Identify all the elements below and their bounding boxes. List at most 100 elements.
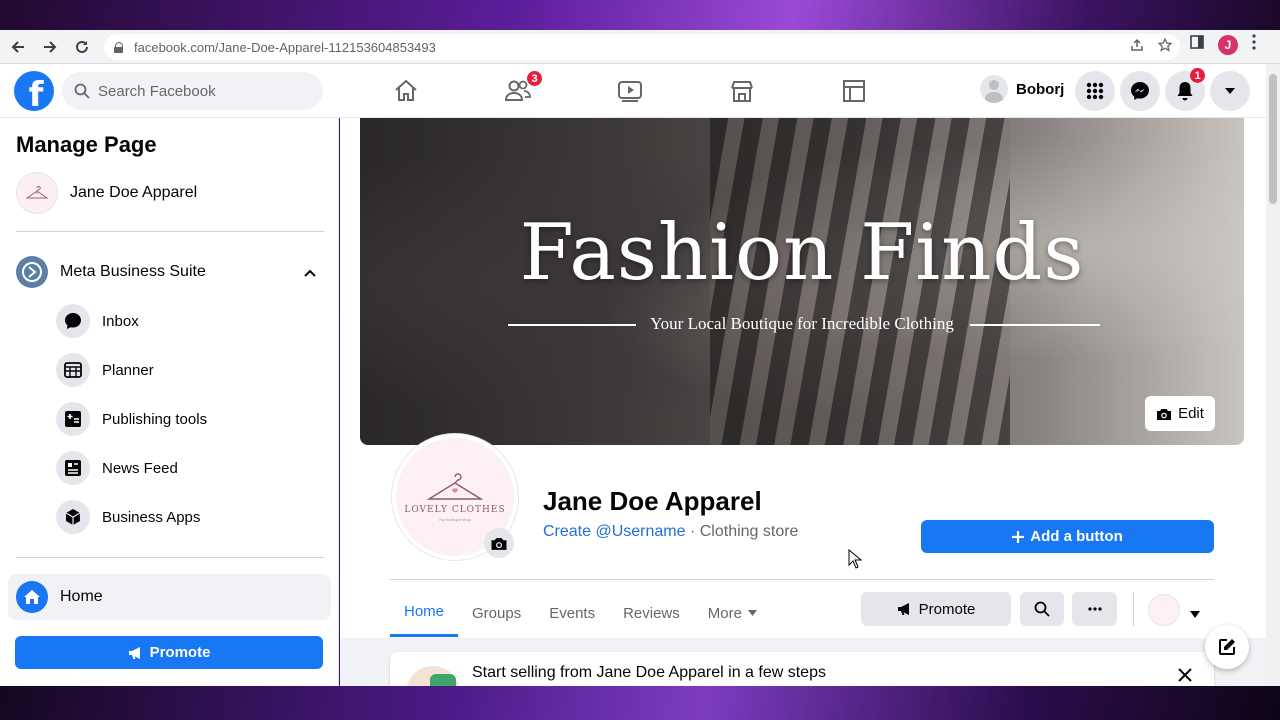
search-placeholder: Search Facebook <box>98 82 216 100</box>
back-icon[interactable] <box>4 33 32 61</box>
shop-illustration <box>406 666 460 686</box>
account-chevron-down-icon[interactable] <box>1210 71 1250 111</box>
desktop-background-bottom <box>0 686 1280 720</box>
sidebar-item-home[interactable]: Home <box>8 574 331 620</box>
logo-brand-text: LOVELY CLOTHES <box>404 504 506 515</box>
nav-friends-icon[interactable]: 3 <box>462 64 574 118</box>
cover-subtitle: Your Local Boutique for Incredible Cloth… <box>650 314 954 333</box>
sidebar-item-business-apps[interactable]: Business Apps <box>56 500 200 534</box>
search-icon <box>1034 601 1050 617</box>
camera-icon <box>491 537 507 550</box>
tab-groups[interactable]: Groups <box>458 588 535 638</box>
cover-title: Fashion Finds <box>519 208 1085 298</box>
publishing-tools-icon <box>56 402 90 436</box>
notifications-badge: 1 <box>1189 67 1206 84</box>
menu-grid-icon[interactable] <box>1075 71 1115 111</box>
tab-reviews[interactable]: Reviews <box>609 588 694 638</box>
edit-label: Edit <box>1178 405 1204 422</box>
nav-home-icon[interactable] <box>350 64 462 118</box>
page-tabs: Home Groups Events Reviews More <box>390 588 771 638</box>
tab-more-label: More <box>707 604 742 622</box>
nav-watch-icon[interactable] <box>574 64 686 118</box>
page-avatar <box>16 172 58 214</box>
forward-icon[interactable] <box>36 33 64 61</box>
cover-photo[interactable]: Fashion Finds Your Local Boutique for In… <box>360 118 1244 445</box>
promote-button[interactable]: Promote <box>861 592 1011 626</box>
create-username-link[interactable]: Create @Username <box>543 523 686 540</box>
browser-profile-avatar[interactable]: J <box>1218 34 1238 55</box>
page-title: Jane Doe Apparel <box>543 486 762 516</box>
sidebar-item-label: Planner <box>102 361 154 379</box>
megaphone-icon <box>128 646 140 659</box>
ellipsis-icon <box>1087 607 1102 611</box>
sidebar-page-name: Jane Doe Apparel <box>70 184 198 201</box>
sidebar-item-planner[interactable]: Planner <box>56 353 154 387</box>
add-button-label: Add a button <box>1030 528 1123 545</box>
profile-shortcut[interactable]: Boborj <box>980 75 1064 103</box>
manage-page-sidebar: Manage Page Jane Doe Apparel Meta Busine… <box>0 118 339 686</box>
sidebar-item-inbox[interactable]: Inbox <box>56 304 139 338</box>
page-voice-chevron-down-icon[interactable] <box>1190 605 1200 623</box>
chevron-up-icon[interactable] <box>304 264 316 282</box>
sidebar-item-label: Business Apps <box>102 508 201 526</box>
close-icon[interactable] <box>1178 662 1192 686</box>
caret-down-icon <box>747 610 757 616</box>
page-voice-avatar[interactable] <box>1148 594 1180 626</box>
promote-label: Promote <box>918 600 976 618</box>
search-input[interactable]: Search Facebook <box>62 72 323 110</box>
edit-cover-button[interactable]: Edit <box>1145 396 1215 431</box>
camera-icon <box>1157 408 1172 420</box>
sidebar-promote-button[interactable]: Promote <box>15 636 323 669</box>
search-icon <box>74 83 90 99</box>
browser-menu-icon[interactable] <box>1252 34 1256 55</box>
divider <box>1133 592 1134 626</box>
share-icon[interactable] <box>1130 38 1144 56</box>
address-bar[interactable]: facebook.com/Jane-Doe-Apparel-1121536048… <box>104 34 1180 60</box>
calendar-grid-icon <box>56 353 90 387</box>
search-page-button[interactable] <box>1020 592 1064 626</box>
business-suite-icon <box>16 256 48 288</box>
business-suite-label: Meta Business Suite <box>60 263 206 280</box>
notifications-bell-icon[interactable]: 1 <box>1165 67 1206 111</box>
tab-more[interactable]: More <box>694 588 771 638</box>
side-panel-icon[interactable] <box>1190 35 1204 54</box>
bookmark-star-icon[interactable] <box>1157 37 1173 56</box>
start-selling-card: Start selling from Jane Doe Apparel in a… <box>390 652 1214 686</box>
divider <box>390 579 1214 580</box>
scrollbar-thumb[interactable] <box>1269 74 1277 204</box>
nav-marketplace-icon[interactable] <box>686 64 798 118</box>
sidebar-item-label: Inbox <box>102 312 139 330</box>
cube-icon <box>56 500 90 534</box>
news-feed-icon <box>56 451 90 485</box>
divider <box>16 231 324 232</box>
chat-bubble-icon <box>56 304 90 338</box>
plus-icon <box>1012 530 1025 543</box>
page-category: · Clothing store <box>685 523 799 540</box>
page-meta: Create @Username · Clothing store <box>543 523 798 541</box>
nav-pages-icon[interactable] <box>798 64 910 118</box>
update-profile-picture-button[interactable] <box>484 528 514 558</box>
logo-brand-sub: my boutique shop <box>439 516 471 522</box>
new-message-compose-icon[interactable] <box>1205 625 1249 669</box>
sidebar-home-label: Home <box>60 588 103 605</box>
messenger-icon[interactable] <box>1120 71 1160 111</box>
hanger-icon <box>427 472 483 500</box>
page-scrollbar[interactable] <box>1266 64 1280 686</box>
sidebar-page-link[interactable]: Jane Doe Apparel <box>16 172 197 214</box>
sidebar-item-news-feed[interactable]: News Feed <box>56 451 178 485</box>
meta-business-suite-toggle[interactable]: Meta Business Suite <box>16 256 316 288</box>
home-icon <box>16 581 48 613</box>
url-text: facebook.com/Jane-Doe-Apparel-1121536048… <box>134 39 436 55</box>
sidebar-item-publishing-tools[interactable]: Publishing tools <box>56 402 207 436</box>
friends-badge: 3 <box>526 70 543 87</box>
reload-icon[interactable] <box>68 33 96 61</box>
more-options-button[interactable] <box>1072 592 1117 626</box>
tab-events[interactable]: Events <box>535 588 609 638</box>
avatar <box>980 75 1008 103</box>
add-a-button[interactable]: Add a button <box>921 520 1214 553</box>
facebook-logo-icon[interactable]: f <box>14 71 54 111</box>
megaphone-icon <box>897 603 909 615</box>
page-main-content: Fashion Finds Your Local Boutique for In… <box>340 118 1266 686</box>
divider <box>16 557 324 558</box>
tab-home[interactable]: Home <box>390 588 459 637</box>
